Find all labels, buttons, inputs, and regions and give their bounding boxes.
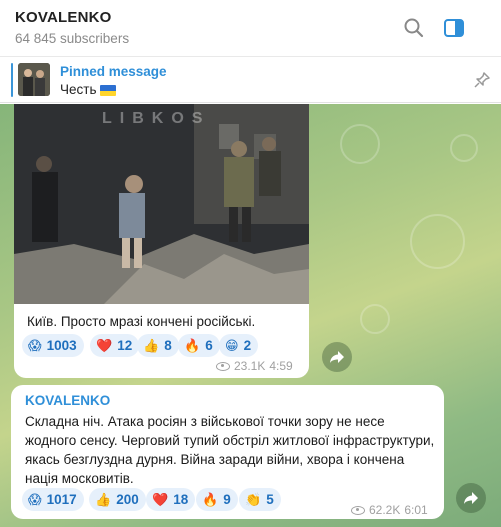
search-icon[interactable] — [402, 16, 426, 40]
subscriber-count: 64 845 subscribers — [15, 31, 130, 46]
reaction-chip[interactable]: ❤️ 18 — [146, 488, 196, 511]
reaction-count: 12 — [117, 338, 133, 353]
pinned-message-bar[interactable]: Pinned message Честь — [0, 56, 501, 103]
pinned-thumbnail — [18, 63, 50, 96]
message-photo[interactable]: LIBKOS — [14, 104, 309, 304]
reaction-emoji: 👍 — [95, 492, 112, 507]
chat-header: KOVALENKO 64 845 subscribers — [0, 0, 501, 56]
reaction-count: 1003 — [46, 338, 77, 353]
eye-icon — [351, 505, 365, 515]
reaction-emoji: 🔥 — [184, 338, 201, 353]
background-doodle — [450, 134, 478, 162]
reaction-count: 6 — [205, 338, 213, 353]
reaction-emoji: 😱 — [28, 492, 42, 507]
pinned-text: Честь — [60, 82, 117, 97]
share-icon[interactable] — [456, 483, 486, 513]
reaction-emoji: 👍 — [143, 338, 160, 353]
reaction-count: 18 — [173, 492, 189, 507]
pin-icon[interactable] — [473, 71, 491, 89]
reaction-chip[interactable]: ❤️ 12 — [90, 334, 140, 357]
reaction-count: 9 — [223, 492, 231, 507]
message-meta: 23.1K 4:59 — [216, 359, 293, 373]
message-meta: 62.2K 6:01 — [351, 503, 428, 517]
ukraine-flag-icon — [100, 85, 117, 96]
reaction-chip[interactable]: 😱 1003 — [22, 334, 84, 357]
reaction-emoji: ❤️ — [96, 338, 113, 353]
pinned-text-content: Честь — [60, 82, 97, 97]
background-doodle — [340, 124, 380, 164]
message-text: Київ. Просто мразі кончені російські. — [27, 314, 256, 329]
reaction-chip[interactable]: 🔥 6 — [178, 334, 220, 357]
background-doodle — [360, 304, 390, 334]
share-icon[interactable] — [322, 342, 352, 372]
reaction-chip[interactable]: 🔥 9 — [196, 488, 238, 511]
eye-icon — [216, 361, 230, 371]
message-time: 4:59 — [269, 359, 293, 373]
reaction-count: 8 — [164, 338, 172, 353]
reaction-emoji: 👏 — [245, 492, 262, 507]
reaction-count: 200 — [116, 492, 139, 507]
chat-area: LIBKOS Київ. Просто мразі кончені російс… — [0, 104, 501, 527]
photo-watermark: LIBKOS — [102, 110, 211, 127]
message-text: Складна ніч. Атака росіян з військової т… — [25, 414, 435, 486]
channel-name[interactable]: KOVALENKO — [15, 9, 112, 26]
reaction-count: 1017 — [46, 492, 77, 507]
reaction-chip[interactable]: 😁 2 — [219, 334, 259, 357]
message-author[interactable]: KOVALENKO — [25, 393, 110, 408]
reaction-emoji: 😁 — [225, 338, 239, 353]
message-time: 6:01 — [404, 503, 428, 517]
pinned-label: Pinned message — [60, 64, 167, 79]
reaction-chip[interactable]: 👍 200 — [89, 488, 146, 511]
reaction-count: 2 — [243, 338, 252, 353]
reaction-chip[interactable]: 👍 8 — [137, 334, 179, 357]
reaction-chip[interactable]: 😱 1017 — [22, 488, 84, 511]
background-doodle — [410, 214, 465, 269]
reaction-emoji: 🔥 — [202, 492, 219, 507]
side-panel-icon[interactable] — [442, 16, 466, 40]
reaction-emoji: ❤️ — [152, 492, 169, 507]
message-bubble[interactable]: LIBKOS Київ. Просто мразі кончені російс… — [14, 104, 309, 378]
reaction-emoji: 😱 — [28, 338, 42, 353]
reaction-chip[interactable]: 👏 5 — [239, 488, 281, 511]
pinned-indicator — [11, 63, 13, 97]
message-bubble[interactable]: KOVALENKO Складна ніч. Атака росіян з ві… — [11, 385, 444, 519]
view-count: 62.2K — [369, 503, 401, 517]
view-count: 23.1K — [234, 359, 266, 373]
reaction-count: 5 — [266, 492, 274, 507]
